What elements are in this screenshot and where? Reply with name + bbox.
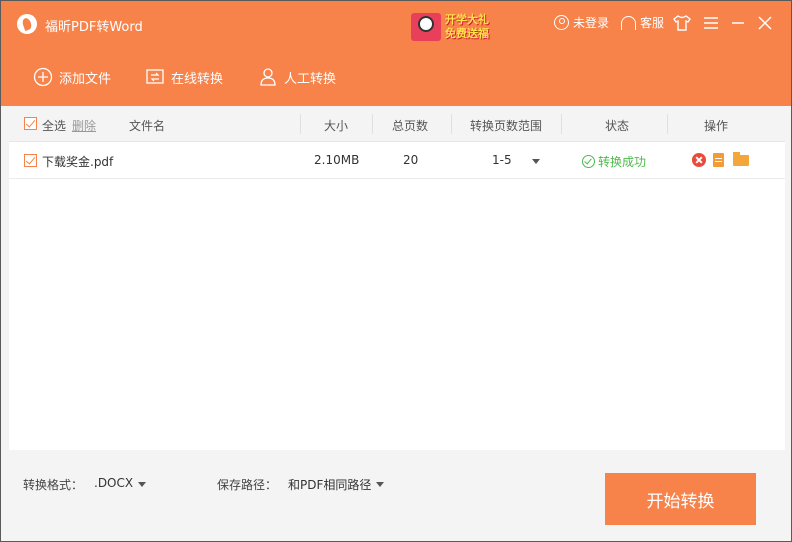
login-button[interactable]: 未登录	[554, 14, 609, 31]
toolbar: 添加文件 在线转换 人工转换	[1, 47, 791, 106]
file-total-pages: 20	[403, 153, 419, 167]
header-status: 状态	[605, 119, 630, 133]
minimize-icon	[732, 22, 744, 24]
header-total-pages: 总页数	[392, 119, 429, 133]
save-path-label: 保存路径：	[217, 478, 278, 492]
success-icon	[582, 155, 595, 168]
header-page-range: 转换页数范围	[470, 119, 543, 133]
chevron-down-icon[interactable]	[532, 159, 540, 164]
header-size: 大小	[324, 119, 349, 133]
promo-banner[interactable]: 开学大礼 免费送福	[405, 7, 505, 43]
magnifier-icon	[418, 16, 434, 32]
file-name: 下载奖金.pdf	[42, 155, 114, 169]
manual-convert-label: 人工转换	[284, 71, 337, 87]
online-convert-icon	[146, 69, 164, 84]
skin-button[interactable]	[672, 13, 692, 33]
menu-icon	[704, 17, 718, 29]
app-title: 福昕PDF转Word	[45, 20, 143, 35]
minimize-button[interactable]	[728, 13, 748, 33]
online-convert-button[interactable]: 在线转换	[145, 67, 223, 87]
add-file-label: 添加文件	[59, 71, 112, 87]
header-filename: 文件名	[129, 119, 166, 133]
app-window: 福昕PDF转Word 开学大礼 免费送福 未登录 客服 添加文件 在线转换 人工…	[0, 0, 792, 542]
title-bar: 福昕PDF转Word 开学大礼 免费送福 未登录 客服	[1, 1, 791, 47]
format-select[interactable]: .DOCX	[94, 476, 133, 490]
close-icon	[758, 16, 772, 30]
folder-icon[interactable]	[733, 152, 749, 166]
header-divider	[667, 114, 668, 134]
select-all-text: 全选	[42, 119, 67, 133]
promo-text-line2: 免费送福	[445, 27, 489, 40]
select-all-label: 全选 删除	[42, 117, 96, 134]
file-size: 2.10MB	[314, 153, 360, 167]
delete-link[interactable]: 删除	[72, 119, 96, 133]
chevron-down-icon[interactable]	[376, 482, 384, 487]
headset-icon	[621, 15, 636, 30]
header-actions: 操作	[704, 119, 729, 133]
manual-convert-icon	[260, 68, 276, 86]
status-cell: 转换成功	[582, 153, 646, 170]
menu-button[interactable]	[701, 13, 721, 33]
format-label: 转换格式：	[23, 478, 84, 492]
file-list-header: 全选 删除 文件名 大小 总页数 转换页数范围 状态 操作	[9, 106, 785, 142]
shirt-icon	[673, 15, 691, 31]
table-row: 下载奖金.pdf 2.10MB 20 1-5 转换成功	[9, 142, 785, 179]
page-range-select[interactable]: 1-5	[492, 153, 512, 167]
bottom-bar: 转换格式： .DOCX 保存路径： 和PDF相同路径 开始转换	[1, 450, 791, 541]
status-text: 转换成功	[598, 155, 647, 169]
select-all-checkbox[interactable]	[24, 117, 37, 130]
manual-convert-button[interactable]: 人工转换	[258, 67, 336, 87]
user-icon	[554, 15, 569, 30]
header-divider	[372, 114, 373, 134]
app-logo-icon	[17, 14, 37, 34]
document-icon[interactable]	[713, 153, 724, 167]
header-divider	[451, 114, 452, 134]
customer-service-button[interactable]: 客服	[621, 14, 664, 31]
chevron-down-icon[interactable]	[138, 482, 146, 487]
header-divider	[561, 114, 562, 134]
service-label: 客服	[640, 16, 665, 30]
delete-icon[interactable]	[692, 153, 706, 167]
close-button[interactable]	[755, 13, 775, 33]
row-checkbox[interactable]	[24, 154, 37, 167]
login-label: 未登录	[573, 16, 610, 30]
file-list: 全选 删除 文件名 大小 总页数 转换页数范围 状态 操作 下载奖金.pdf 2.…	[9, 106, 785, 450]
save-path-select[interactable]: 和PDF相同路径	[288, 476, 371, 493]
add-file-button[interactable]: 添加文件	[33, 67, 111, 87]
start-convert-button[interactable]: 开始转换	[605, 473, 756, 525]
header-divider	[300, 114, 301, 134]
online-convert-label: 在线转换	[171, 71, 224, 87]
add-file-icon	[33, 67, 53, 87]
